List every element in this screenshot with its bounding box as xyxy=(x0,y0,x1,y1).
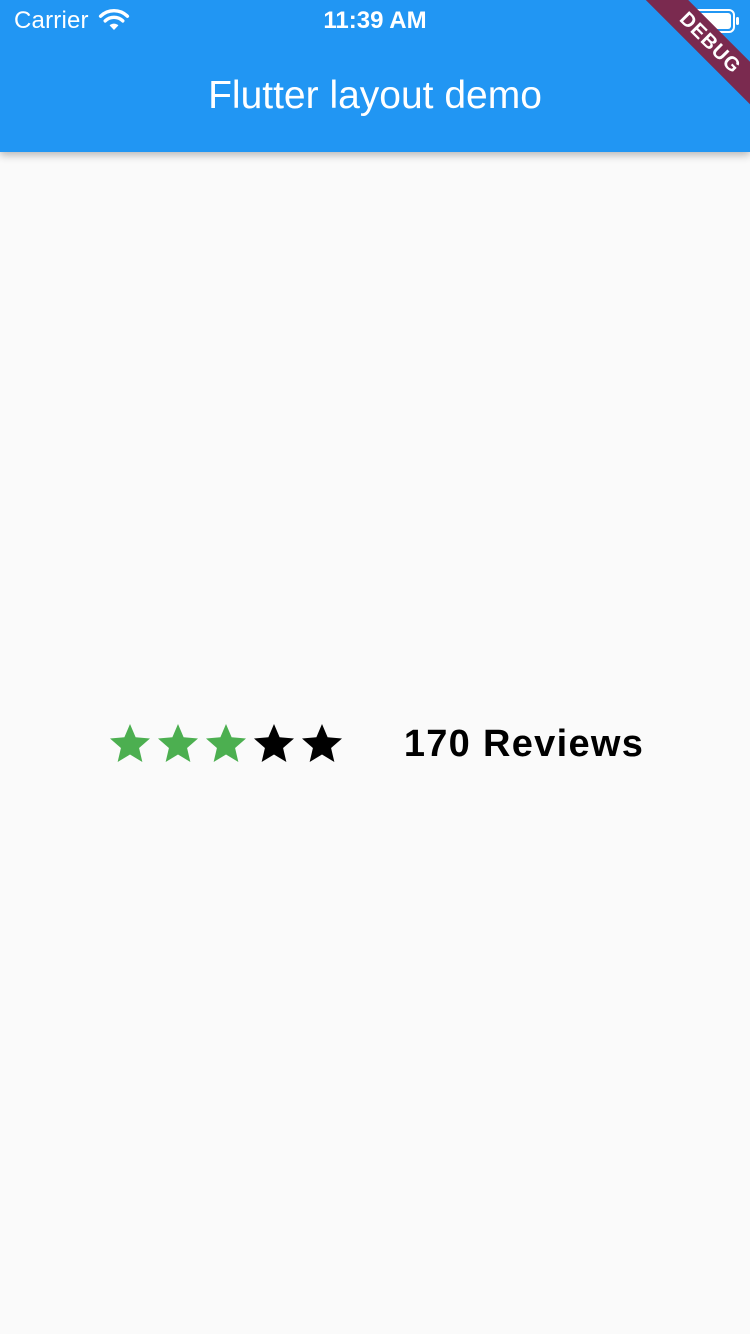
status-bar: Carrier 11:39 AM xyxy=(0,0,750,40)
star-rating xyxy=(106,720,346,768)
battery-icon xyxy=(690,9,739,33)
star-filled-icon xyxy=(157,724,198,762)
app-bar: Carrier 11:39 AM Flutter layout demo xyxy=(0,0,750,152)
reviews-count: 170 Reviews xyxy=(403,723,645,765)
app-title: Flutter layout demo xyxy=(208,74,542,117)
page-body: 170 Reviews xyxy=(0,152,750,1334)
star-filled-icon xyxy=(109,724,150,762)
star-empty-icon xyxy=(253,724,294,762)
star-empty-icon xyxy=(301,724,342,762)
status-time: 11:39 AM xyxy=(323,7,427,34)
rating-row: 170 Reviews xyxy=(0,720,750,768)
star-filled-icon xyxy=(205,724,246,762)
